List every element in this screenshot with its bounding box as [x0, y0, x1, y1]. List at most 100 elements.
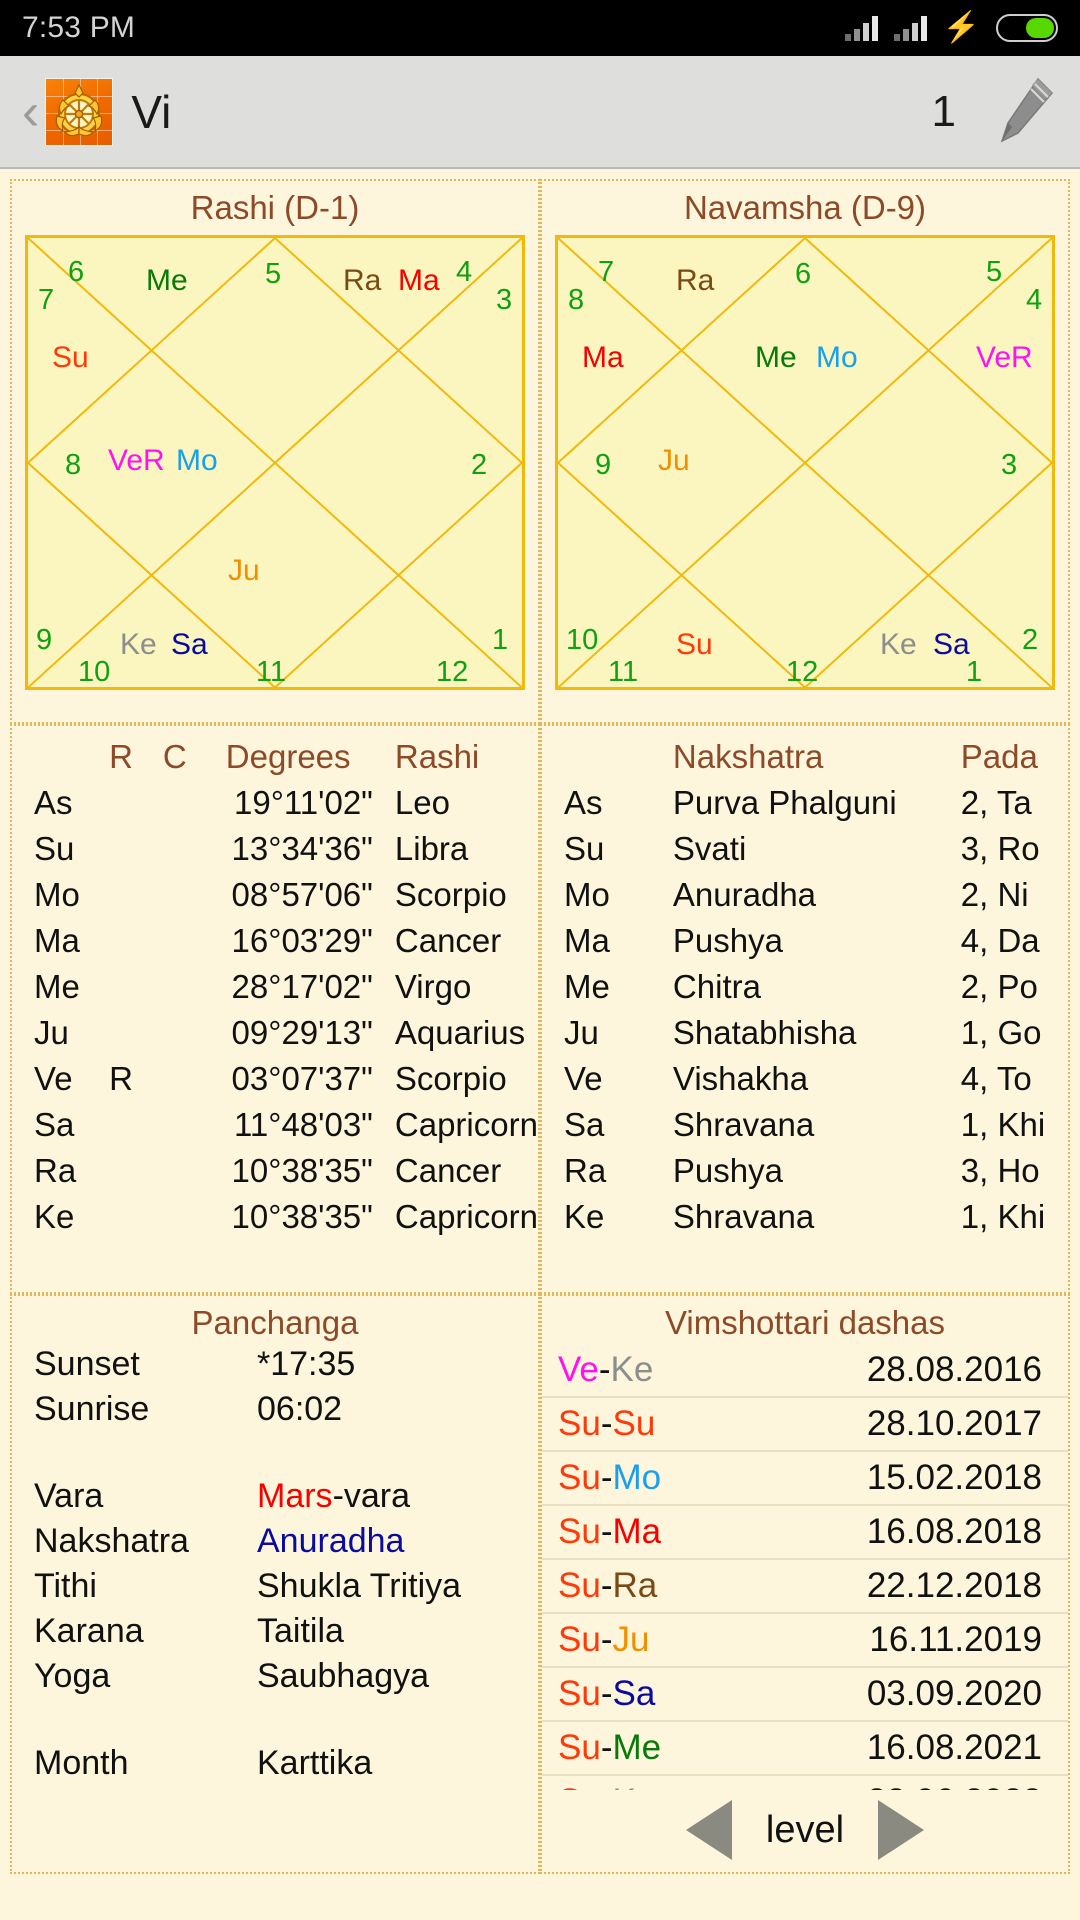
dasha-start-date: 16.08.2021	[737, 1721, 1068, 1776]
nakshatra-cell-name: Purva Phalguni	[672, 784, 897, 821]
degrees-cell-retrograde	[96, 1148, 146, 1194]
nakshatra-cell-planet: Ju	[564, 1014, 599, 1051]
table-row: As 19°11'02" Leo	[12, 780, 538, 826]
panchanga-value: Shukla Tritiya	[257, 1567, 462, 1605]
degrees-col-planet	[12, 730, 96, 780]
nakshatra-cell-pada: 2, Ta	[960, 784, 1032, 821]
dharma-wheel-icon[interactable]	[45, 77, 114, 146]
page-title: Vi	[131, 85, 172, 138]
rashi-house-number-10: 10	[78, 656, 111, 688]
nakshatra-table-panel[interactable]: Nakshatra Pada As Purva Phalguni 2, Ta Su Sv…	[540, 724, 1070, 1294]
pencil-icon[interactable]	[992, 75, 1058, 149]
navamsha-house-number-10: 10	[566, 624, 599, 656]
charts-row: Rashi (D-1) 6 7 5 4 3 8 2 9 10 11 12 1 M…	[10, 179, 1070, 724]
rashi-planet-sa: Sa	[171, 628, 208, 661]
table-row: Mo Anuradha 2, Ni	[542, 872, 1068, 918]
degrees-table: R C Degrees Rashi As 19°11'02" Leo Su 13°34'…	[12, 730, 538, 1240]
degrees-col-retrograde: R	[109, 738, 133, 775]
table-row: Ve Vishakha 4, To	[542, 1056, 1068, 1102]
navamsha-chart-title: Navamsha (D-9)	[683, 189, 927, 226]
dasha-period-label: Su-Ra	[542, 1559, 738, 1614]
table-row: Ju Shatabhisha 1, Go	[542, 1010, 1068, 1056]
nakshatra-table-header: Nakshatra Pada	[542, 730, 1068, 780]
rashi-house-number-7: 7	[38, 284, 55, 316]
navamsha-planet-mo: Mo	[816, 341, 858, 374]
dashas-panel[interactable]: Vimshottari dashas Ve-Ke 28.08.2016 Su-Su 2…	[540, 1294, 1070, 1874]
degrees-col-rashi: Rashi	[394, 738, 480, 775]
triangle-right-icon[interactable]	[878, 1800, 925, 1860]
panchanga-value: Saubhagya	[257, 1657, 430, 1695]
panchanga-value: Mars-vara	[257, 1477, 411, 1515]
panchanga-label: Karana	[34, 1612, 144, 1650]
back-icon[interactable]: ‹	[22, 86, 39, 138]
dasha-row[interactable]: Su-Ju 16.11.2019	[542, 1613, 1068, 1668]
dasha-row[interactable]: Su-Ma 16.08.2018	[542, 1505, 1068, 1560]
nakshatra-cell-name: Anuradha	[672, 876, 817, 913]
panchanga-label: Sunrise	[34, 1390, 150, 1428]
navamsha-chart-diagram[interactable]: 7 8 6 5 4 9 3 10 11 12 1 2 Ra Ma Me Mo V…	[555, 235, 1055, 690]
triangle-left-icon[interactable]	[685, 1800, 732, 1860]
panchanga-label: Yoga	[34, 1657, 111, 1695]
dasha-start-date: 16.11.2019	[737, 1613, 1068, 1668]
panchanga-table: Sunset *17:35 Sunrise 06:02 Vara Mars-vara Nak…	[12, 1342, 538, 1786]
dasha-row[interactable]: Su-Su 28.10.2017	[542, 1397, 1068, 1452]
rashi-house-number-4: 4	[456, 256, 473, 288]
degrees-cell-combust	[146, 1194, 203, 1240]
degrees-cell-rashi: Aquarius	[394, 1014, 526, 1051]
rashi-planet-ke: Ke	[120, 628, 157, 661]
nakshatra-cell-pada: 4, Da	[960, 922, 1040, 959]
degrees-cell-planet: Mo	[34, 876, 80, 913]
nakshatra-cell-planet: Su	[564, 830, 605, 867]
navamsha-planet-sa: Sa	[933, 628, 970, 661]
navamsha-house-number-4: 4	[1026, 284, 1043, 316]
panchanga-label: Nakshatra	[34, 1522, 189, 1560]
dasha-period-label: Su-Sa	[542, 1667, 738, 1722]
status-time: 7:53 PM	[22, 11, 136, 44]
navamsha-house-number-3: 3	[1001, 449, 1018, 481]
rashi-chart-panel[interactable]: Rashi (D-1) 6 7 5 4 3 8 2 9 10 11 12 1 M…	[10, 179, 540, 724]
degrees-cell-planet: As	[34, 784, 73, 821]
content-area: Rashi (D-1) 6 7 5 4 3 8 2 9 10 11 12 1 M…	[0, 169, 1080, 1920]
dasha-row[interactable]: Su-Mo 15.02.2018	[542, 1451, 1068, 1506]
dasha-row[interactable]: Su-Me 16.08.2021	[542, 1721, 1068, 1776]
degrees-cell-rashi: Scorpio	[394, 1060, 507, 1097]
dasha-row[interactable]: Ve-Ke 28.08.2016	[542, 1344, 1068, 1398]
degrees-cell-retrograde	[96, 964, 146, 1010]
nakshatra-cell-name: Pushya	[672, 1152, 783, 1189]
nakshatra-col-planet	[542, 730, 651, 780]
rashi-planet-mo: Mo	[176, 444, 218, 477]
table-row: Mo 08°57'06" Scorpio	[12, 872, 538, 918]
dasha-start-date: 28.08.2016	[737, 1344, 1068, 1398]
nakshatra-cell-pada: 3, Ro	[960, 830, 1040, 867]
charging-bolt-icon: ⚡	[942, 11, 980, 44]
panchanga-value: *17:35	[257, 1345, 356, 1383]
navamsha-chart-panel[interactable]: Navamsha (D-9) 7 8 6 5 4 9 3 10 11 12 1 …	[540, 179, 1070, 724]
degrees-cell-combust	[146, 780, 203, 826]
nakshatra-table: Nakshatra Pada As Purva Phalguni 2, Ta Su Sv…	[542, 730, 1068, 1240]
bottom-row: Panchanga Sunset *17:35 Sunrise 06:02 Vara Ma…	[10, 1294, 1070, 1874]
nakshatra-cell-planet: As	[564, 784, 603, 821]
nakshatra-cell-pada: 1, Go	[960, 1014, 1042, 1051]
dashas-title: Vimshottari dashas	[664, 1304, 946, 1341]
nakshatra-cell-name: Svati	[672, 830, 747, 867]
rashi-chart-diagram[interactable]: 6 7 5 4 3 8 2 9 10 11 12 1 Me Ra Ma Su V…	[25, 235, 525, 690]
panchanga-row: Yoga Saubhagya	[12, 1654, 538, 1699]
degrees-cell-degrees: 16°03'29"	[231, 922, 373, 959]
panchanga-label: Vara	[34, 1477, 104, 1515]
degrees-cell-combust	[146, 826, 203, 872]
dasha-row[interactable]: Su-Sa 03.09.2020	[542, 1667, 1068, 1722]
degrees-cell-retrograde	[96, 1010, 146, 1056]
dasha-period-label: Su-Me	[542, 1721, 738, 1776]
rashi-planet-ma: Ma	[398, 264, 440, 297]
degrees-table-body: As 19°11'02" Leo Su 13°34'36" Libra Mo 08°57'06…	[12, 780, 538, 1240]
dasha-start-date: 03.09.2020	[737, 1667, 1068, 1722]
degrees-cell-combust	[146, 1010, 203, 1056]
degrees-cell-rashi: Leo	[394, 784, 450, 821]
degrees-table-panel[interactable]: R C Degrees Rashi As 19°11'02" Leo Su 13°34'…	[10, 724, 540, 1294]
nakshatra-cell-pada: 2, Ni	[960, 876, 1029, 913]
panchanga-panel[interactable]: Panchanga Sunset *17:35 Sunrise 06:02 Vara Ma…	[10, 1294, 540, 1874]
degrees-cell-planet: Ma	[34, 922, 80, 959]
navamsha-planet-ve: VeR	[976, 341, 1033, 374]
dasha-row[interactable]: Su-Ra 22.12.2018	[542, 1559, 1068, 1614]
dasha-start-date: 15.02.2018	[737, 1451, 1068, 1506]
